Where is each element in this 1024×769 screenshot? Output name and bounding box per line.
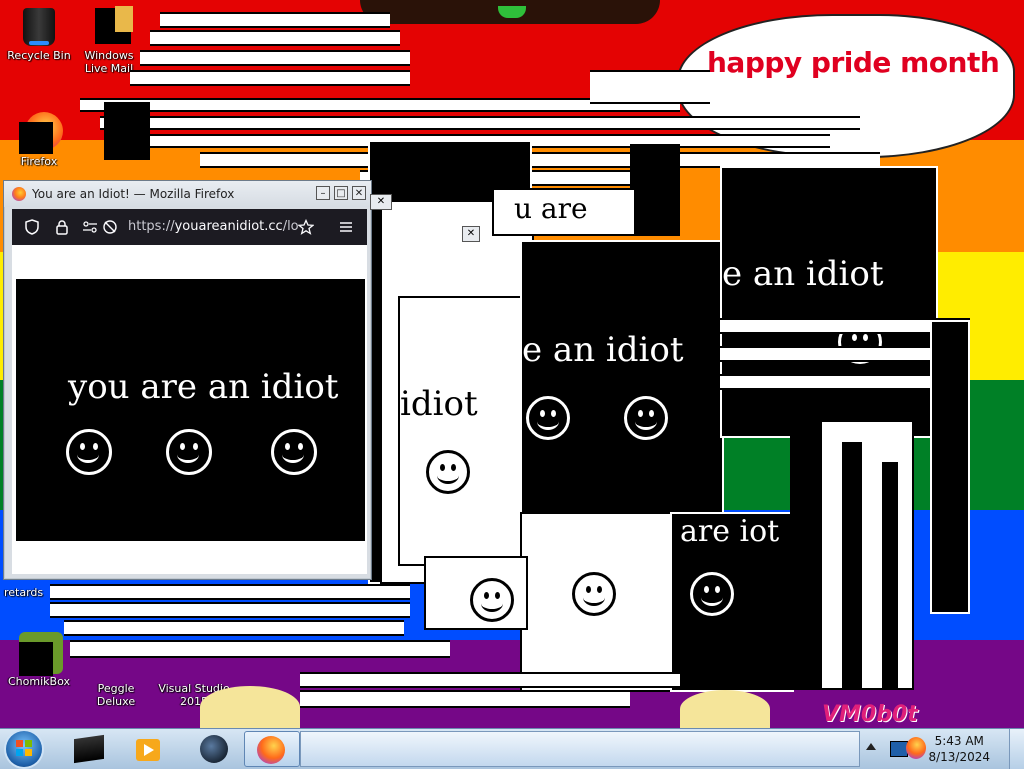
idiot-window[interactable]: [930, 320, 970, 614]
desktop-icon-recycle-bin[interactable]: Recycle Bin: [1, 6, 77, 62]
glitch-streak: [300, 690, 630, 708]
windows-logo-icon: [16, 740, 32, 756]
glitch-streak: [70, 640, 450, 658]
firefox-icon: [12, 187, 26, 201]
window-titlebar[interactable]: You are an Idiot! — Mozilla Firefox – □ …: [4, 181, 371, 207]
url-scheme: https://: [128, 219, 175, 234]
smiley-icon: [526, 396, 570, 440]
steam-icon: [200, 735, 228, 763]
desktop-icon-label: Recycle Bin: [7, 49, 71, 62]
recycle-bin-icon: [19, 6, 59, 46]
smiley-icon: [572, 572, 616, 616]
desktop: happy pride month Recycle Bin Windows Li…: [0, 0, 1024, 728]
desktop-icon-retards[interactable]: retards: [0, 582, 46, 599]
shield-icon[interactable]: [24, 219, 40, 235]
idiot-window[interactable]: [520, 512, 674, 692]
desktop-icon-peggle-deluxe[interactable]: Peggle Deluxe: [78, 682, 154, 708]
glitch-streak: [300, 672, 680, 688]
glitch-block: [630, 144, 680, 236]
firefox-icon: [19, 112, 63, 154]
smiley-icon: [166, 429, 212, 475]
system-clock[interactable]: 5:43 AM 8/13/2024: [928, 733, 990, 765]
idiot-text: are iot: [680, 514, 780, 549]
desktop-icon-label: retards: [4, 586, 44, 599]
glitch-streak: [50, 602, 410, 618]
maximize-button[interactable]: □: [334, 186, 348, 200]
clock-time: 5:43 AM: [934, 734, 984, 748]
show-desktop-button[interactable]: [1009, 729, 1024, 769]
desktop-icon-label: ChomikBox: [8, 675, 70, 688]
smiley-icon: [470, 578, 514, 622]
lock-icon[interactable]: [54, 219, 70, 235]
desktop-icon-label: Firefox: [20, 155, 58, 168]
tray-icons[interactable]: [886, 735, 930, 763]
smiley-icon: [66, 429, 112, 475]
wallpaper-figure: [200, 686, 300, 728]
firefox-icon: [257, 736, 285, 764]
taskbar-empty-area: [300, 731, 860, 767]
idiot-window[interactable]: [790, 420, 914, 690]
show-hidden-icons-icon[interactable]: [866, 743, 876, 750]
glitch-streak: [150, 30, 400, 46]
desktop-icon-windows-live-mail[interactable]: Windows Live Mail: [78, 6, 140, 75]
glitch-streak: [160, 12, 390, 28]
taskbar-media-center[interactable]: [62, 731, 118, 767]
idiot-window[interactable]: e an idiot: [720, 166, 938, 438]
taskbar-firefox[interactable]: [244, 731, 300, 767]
idiot-text: u are: [514, 192, 588, 225]
media-center-icon: [74, 734, 104, 764]
media-player-icon: [136, 739, 160, 761]
bookmark-star-icon[interactable]: [297, 218, 315, 235]
firefox-window[interactable]: You are an Idiot! — Mozilla Firefox – □ …: [3, 180, 372, 580]
url-host: youareanidiot.cc: [174, 219, 283, 234]
idiot-window[interactable]: [424, 556, 528, 630]
desktop-icon-label: Peggle Deluxe: [96, 682, 136, 708]
chomikbox-icon: [19, 632, 63, 676]
glitch-block: [104, 102, 150, 160]
close-button[interactable]: ✕: [370, 194, 392, 210]
desktop-icon-firefox[interactable]: Firefox: [1, 112, 77, 168]
glitch-streak: [64, 620, 404, 636]
glitch-streak: [100, 116, 860, 130]
smiley-icon: [690, 572, 734, 616]
firefox-tray-icon: [906, 737, 926, 759]
smiley-icon: [426, 450, 470, 494]
glitch-streak: [50, 584, 410, 600]
idiot-text: you are an idiot: [68, 367, 339, 407]
page-content: you are an idiot: [12, 245, 367, 574]
speech-bubble-text: happy pride month: [707, 46, 1000, 79]
smiley-icon: [624, 396, 668, 440]
minimize-button[interactable]: –: [316, 186, 330, 200]
idiot-window[interactable]: are iot: [670, 512, 794, 692]
smiley-icon: [271, 429, 317, 475]
start-button[interactable]: [6, 731, 42, 767]
close-button[interactable]: ✕: [462, 226, 480, 242]
idiot-text: e an idiot: [722, 254, 884, 294]
permissions-icon[interactable]: [82, 219, 98, 235]
clock-date: 8/13/2024: [928, 750, 990, 764]
wallpaper-figure: [680, 690, 770, 728]
navigation-toolbar: https://youareanidiot.cc/lol.: [12, 209, 367, 245]
autoplay-blocked-icon[interactable]: [102, 219, 118, 235]
glitch-streak: [140, 50, 410, 66]
glitch-streak: [130, 70, 410, 86]
taskbar-media-player[interactable]: [120, 731, 176, 767]
window-title: You are an Idiot! — Mozilla Firefox: [32, 187, 235, 201]
close-button[interactable]: ✕: [352, 186, 366, 200]
idiot-window[interactable]: u are: [492, 188, 636, 236]
taskbar-steam[interactable]: [186, 731, 242, 767]
menu-icon[interactable]: [338, 219, 354, 235]
idiot-stage: you are an idiot: [16, 279, 365, 541]
taskbar: 5:43 AM 8/13/2024: [0, 728, 1024, 769]
watermark-text: VM0b0t: [822, 702, 918, 727]
url-bar[interactable]: https://youareanidiot.cc/lol.: [128, 219, 298, 234]
url-path: /lol.: [282, 219, 298, 234]
glitch-streak: [590, 70, 710, 104]
idiot-text: idiot: [400, 384, 478, 424]
desktop-icon-chomikbox[interactable]: ChomikBox: [1, 632, 77, 688]
idiot-window[interactable]: idiot: [398, 296, 524, 566]
idiot-text: e an idiot: [522, 330, 684, 370]
idiot-window[interactable]: e an idiot: [520, 240, 724, 514]
windows-live-mail-icon: [89, 6, 133, 46]
